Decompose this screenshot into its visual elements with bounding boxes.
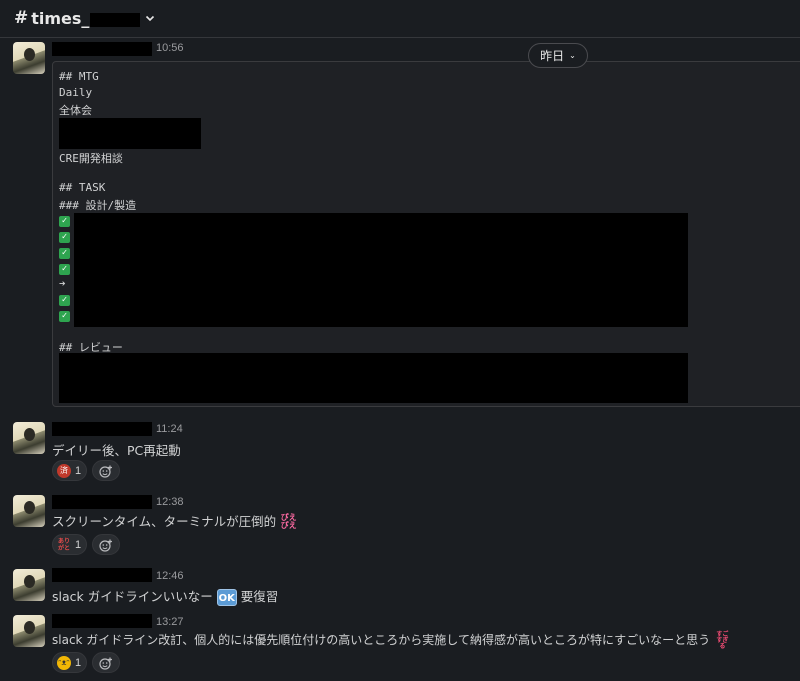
message-text: slack ガイドライン改訂、個人的には優先順位付けの高いところから実施して納得… <box>52 631 731 650</box>
avatar[interactable] <box>13 495 45 527</box>
message: 12:46 slack ガイドラインいいなー OK 要復習 <box>0 563 800 608</box>
channel-hash-icon: # <box>14 8 29 28</box>
day-divider-button[interactable]: 昨日 ⌄ <box>528 43 588 68</box>
check-mark-icon: ✓ <box>59 292 70 306</box>
ok-emoji-icon: OK <box>216 589 237 606</box>
sugoi-emoji-icon: すご すぎる <box>716 631 729 650</box>
check-mark-icon: ✓ <box>59 261 70 275</box>
chevron-down-icon <box>146 15 155 22</box>
reaction-emoji-icon: ᵔᴥᵔ <box>57 655 71 670</box>
check-mark-icon: ✓ <box>59 308 70 322</box>
day-divider-label: 昨日 <box>540 49 565 63</box>
add-reaction-icon <box>99 465 112 478</box>
redacted-review-list <box>59 353 688 403</box>
check-mark-icon: ✓ <box>59 229 70 243</box>
message-text-suffix: 要復習 <box>240 589 279 604</box>
chevron-down-icon: ⌄ <box>569 51 576 60</box>
channel-name-button[interactable]: # times_ <box>14 5 156 31</box>
avatar[interactable] <box>13 422 45 454</box>
add-reaction-button[interactable] <box>92 652 120 673</box>
reaction-button[interactable]: 済 1 <box>52 460 87 481</box>
redacted-username <box>52 422 152 436</box>
message-timestamp[interactable]: 10:56 <box>156 42 184 54</box>
message-text: デイリー後、PC再起動 <box>52 443 181 458</box>
message-text: slack ガイドラインいいなー OK 要復習 <box>52 586 278 606</box>
redacted-username <box>52 495 152 509</box>
code-block: ## MTG Daily 全体会 CRE開発相談 ## TASK ### 設計/… <box>52 61 800 407</box>
reaction-count: 1 <box>75 538 82 551</box>
check-mark-icon: ✓ <box>59 213 70 227</box>
message-timestamp[interactable]: 12:38 <box>156 496 184 508</box>
redacted-code-line <box>59 118 201 149</box>
redacted-task-list <box>74 213 688 327</box>
add-reaction-icon <box>99 657 112 670</box>
code-line: 全体会 <box>59 104 92 117</box>
reaction-emoji-icon: あり がと <box>57 537 70 552</box>
message: 13:27 slack ガイドライン改訂、個人的には優先順位付けの高いところから… <box>0 609 800 681</box>
code-line: CRE開発相談 <box>59 152 123 165</box>
avatar[interactable] <box>13 615 45 647</box>
reaction-count: 1 <box>75 464 82 477</box>
message-timestamp[interactable]: 12:46 <box>156 570 184 582</box>
reaction-emoji-icon: 済 <box>57 463 71 478</box>
message-timestamp[interactable]: 11:24 <box>156 423 183 435</box>
message-text-body: slack ガイドラインいいなー <box>52 589 213 604</box>
add-reaction-button[interactable] <box>92 534 120 555</box>
channel-header: # times_ <box>0 0 800 38</box>
redacted-username <box>52 568 152 582</box>
reaction-button[interactable]: ᵔᴥᵔ 1 <box>52 652 87 673</box>
redacted-channel-suffix <box>90 13 141 27</box>
message: 12:38 スクリーンタイム、ターミナルが圧倒的 ぴえ ぴえ あり がと 1 <box>0 488 800 558</box>
reaction-button[interactable]: あり がと 1 <box>52 534 87 555</box>
channel-name: times_ <box>31 8 90 28</box>
code-line: ### 設計/製造 <box>59 199 137 212</box>
piepie-emoji-icon: ぴえ ぴえ <box>280 513 297 530</box>
redacted-username <box>52 614 152 628</box>
code-line: Daily <box>59 86 93 99</box>
add-reaction-icon <box>99 539 112 552</box>
avatar[interactable] <box>13 42 45 74</box>
message-text-body: スクリーンタイム、ターミナルが圧倒的 <box>52 514 277 529</box>
redacted-username <box>52 42 152 56</box>
message-text: スクリーンタイム、ターミナルが圧倒的 ぴえ ぴえ <box>52 511 297 531</box>
add-reaction-button[interactable] <box>92 460 120 481</box>
arrow-icon: ➔ <box>59 277 66 290</box>
code-line: ## MTG <box>59 70 99 83</box>
check-mark-icon: ✓ <box>59 245 70 259</box>
message: 11:24 デイリー後、PC再起動 済 1 <box>0 415 800 485</box>
message-text-body: slack ガイドライン改訂、個人的には優先順位付けの高いところから実施して納得… <box>52 633 711 647</box>
reaction-count: 1 <box>75 656 82 669</box>
message-timestamp[interactable]: 13:27 <box>156 616 184 628</box>
avatar[interactable] <box>13 569 45 601</box>
code-line: ## TASK <box>59 181 106 194</box>
